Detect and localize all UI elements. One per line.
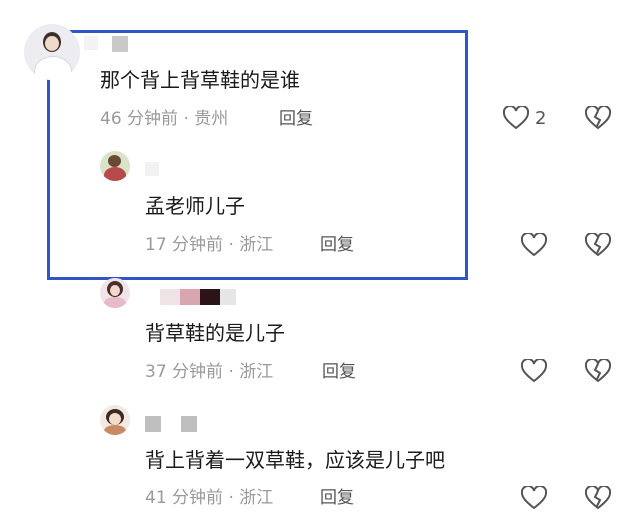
comment-text: 那个背上背草鞋的是谁 xyxy=(100,68,300,92)
avatar[interactable] xyxy=(100,151,130,181)
comment-text: 孟老师儿子 xyxy=(145,194,245,218)
broken-heart-icon[interactable] xyxy=(584,357,612,387)
reply-button[interactable]: 回复 xyxy=(320,234,354,256)
broken-heart-icon[interactable] xyxy=(584,484,612,514)
heart-outline-icon[interactable] xyxy=(520,484,548,514)
like-count: 2 xyxy=(535,108,547,129)
username-redacted xyxy=(160,289,236,305)
reply-button[interactable]: 回复 xyxy=(322,361,356,383)
reply-button[interactable]: 回复 xyxy=(320,487,354,509)
username-redacted xyxy=(145,416,197,432)
comment-time: 46 分钟前 · 贵州 xyxy=(100,109,229,129)
avatar[interactable] xyxy=(100,278,130,308)
heart-outline-icon[interactable] xyxy=(520,231,548,261)
broken-heart-icon[interactable] xyxy=(584,104,612,134)
comment-time: 17 分钟前 · 浙江 xyxy=(145,235,274,255)
username-redacted xyxy=(84,36,128,52)
heart-outline-icon[interactable] xyxy=(502,104,530,134)
heart-outline-icon[interactable] xyxy=(520,357,548,387)
avatar[interactable] xyxy=(100,405,130,435)
avatar[interactable] xyxy=(24,24,80,80)
comment-time: 37 分钟前 · 浙江 xyxy=(145,362,274,382)
username-redacted xyxy=(145,162,159,176)
comment-text: 背草鞋的是儿子 xyxy=(145,321,285,345)
reply-button[interactable]: 回复 xyxy=(279,108,313,130)
comment-time: 41 分钟前 · 浙江 xyxy=(145,488,274,508)
comment-text: 背上背着一双草鞋，应该是儿子吧 xyxy=(145,448,445,472)
broken-heart-icon[interactable] xyxy=(584,231,612,261)
